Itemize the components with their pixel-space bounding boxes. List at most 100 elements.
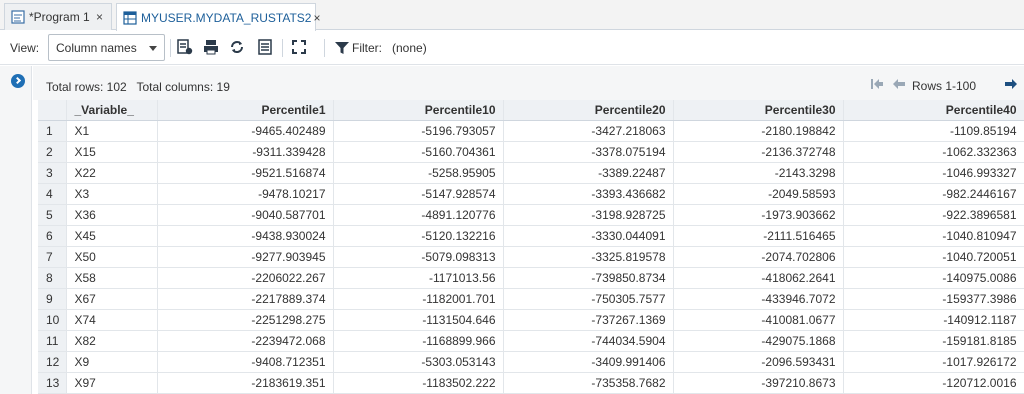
value-cell[interactable]: -3409.991406 [503, 351, 674, 373]
value-cell[interactable]: -9277.903945 [157, 246, 334, 268]
column-properties-icon[interactable] [176, 38, 194, 56]
value-cell[interactable]: -1017.926172 [843, 351, 1024, 373]
value-cell[interactable]: -2251298.275 [157, 309, 334, 331]
value-cell[interactable]: -120712.0016 [843, 372, 1024, 394]
column-header[interactable]: Percentile1 [157, 100, 334, 121]
value-cell[interactable]: -9408.712351 [157, 351, 334, 373]
table-row[interactable]: 12 X9 -9408.712351 -5303.053143 -3409.991406… [38, 351, 1024, 373]
value-cell[interactable]: -433946.7072 [673, 288, 844, 310]
value-cell[interactable]: -744034.5904 [503, 330, 674, 352]
value-cell[interactable]: -1040.720051 [843, 246, 1024, 268]
value-cell[interactable]: -3427.218063 [503, 120, 674, 142]
variable-cell[interactable]: X3 [66, 183, 158, 205]
value-cell[interactable]: -1168899.966 [333, 330, 504, 352]
table-properties-icon[interactable] [256, 38, 274, 56]
column-header[interactable]: Percentile10 [333, 100, 504, 121]
value-cell[interactable]: -9478.10217 [157, 183, 334, 205]
value-cell[interactable]: -2239472.068 [157, 330, 334, 352]
value-cell[interactable]: -140975.0086 [843, 267, 1024, 289]
value-cell[interactable]: -5258.95905 [333, 162, 504, 184]
table-row[interactable]: 3 X22 -9521.516874 -5258.95905 -3389.22487 -2… [38, 162, 1024, 184]
view-select[interactable]: Column names [48, 34, 165, 61]
previous-page-icon[interactable] [892, 78, 906, 90]
table-row[interactable]: 13 X97 -2183619.351 -1183502.222 -735358.768… [38, 372, 1024, 394]
value-cell[interactable]: -5079.098313 [333, 246, 504, 268]
value-cell[interactable]: -2206022.267 [157, 267, 334, 289]
value-cell[interactable]: -4891.120776 [333, 204, 504, 226]
value-cell[interactable]: -1171013.56 [333, 267, 504, 289]
filter-icon[interactable] [334, 40, 352, 58]
variable-cell[interactable]: X1 [66, 120, 158, 142]
variable-cell[interactable]: X22 [66, 162, 158, 184]
value-cell[interactable]: -2074.702806 [673, 246, 844, 268]
variable-cell[interactable]: X58 [66, 267, 158, 289]
value-cell[interactable]: -5120.132216 [333, 225, 504, 247]
value-cell[interactable]: -2049.58593 [673, 183, 844, 205]
value-cell[interactable]: -3325.819578 [503, 246, 674, 268]
column-header[interactable]: Percentile20 [503, 100, 674, 121]
value-cell[interactable]: -1131504.646 [333, 309, 504, 331]
value-cell[interactable]: -1046.993327 [843, 162, 1024, 184]
column-header[interactable]: _Variable_ [66, 100, 158, 121]
value-cell[interactable]: -5147.928574 [333, 183, 504, 205]
value-cell[interactable]: -140912.1187 [843, 309, 1024, 331]
value-cell[interactable]: -750305.7577 [503, 288, 674, 310]
variable-cell[interactable]: X9 [66, 351, 158, 373]
value-cell[interactable]: -429075.1868 [673, 330, 844, 352]
value-cell[interactable]: -159377.3986 [843, 288, 1024, 310]
value-cell[interactable]: -1109.85194 [843, 120, 1024, 142]
value-cell[interactable]: -2183619.351 [157, 372, 334, 394]
value-cell[interactable]: -410081.0677 [673, 309, 844, 331]
table-row[interactable]: 6 X45 -9438.930024 -5120.132216 -3330.044091… [38, 225, 1024, 247]
value-cell[interactable]: -9040.587701 [157, 204, 334, 226]
value-cell[interactable]: -3389.22487 [503, 162, 674, 184]
table-row[interactable]: 4 X3 -9478.10217 -5147.928574 -3393.436682 -2… [38, 183, 1024, 205]
value-cell[interactable]: -5196.793057 [333, 120, 504, 142]
table-row[interactable]: 8 X58 -2206022.267 -1171013.56 -739850.8734-… [38, 267, 1024, 289]
expand-panel-icon[interactable] [11, 74, 25, 88]
first-page-icon[interactable] [870, 78, 884, 90]
variable-cell[interactable]: X15 [66, 141, 158, 163]
table-row[interactable]: 1 X1 -9465.402489 -5196.793057 -3427.218063-… [38, 120, 1024, 142]
table-row[interactable]: 2 X15 -9311.339428 -5160.704361 -3378.075194… [38, 141, 1024, 163]
value-cell[interactable]: -1973.903662 [673, 204, 844, 226]
value-cell[interactable]: -418062.2641 [673, 267, 844, 289]
value-cell[interactable]: -2143.3298 [673, 162, 844, 184]
value-cell[interactable]: -922.3896581 [843, 204, 1024, 226]
value-cell[interactable]: -982.2446167 [843, 183, 1024, 205]
value-cell[interactable]: -5160.704361 [333, 141, 504, 163]
value-cell[interactable]: -159181.8185 [843, 330, 1024, 352]
value-cell[interactable]: -1062.332363 [843, 141, 1024, 163]
column-header[interactable]: Percentile30 [673, 100, 844, 121]
value-cell[interactable]: -2180.198842 [673, 120, 844, 142]
value-cell[interactable]: -2136.372748 [673, 141, 844, 163]
table-row[interactable]: 9 X67 -2217889.374 -1182001.701 -750305.7577… [38, 288, 1024, 310]
value-cell[interactable]: -735358.7682 [503, 372, 674, 394]
value-cell[interactable]: -2111.516465 [673, 225, 844, 247]
table-row[interactable]: 11 X82 -2239472.068 -1168899.966 -744034.590… [38, 330, 1024, 352]
print-icon[interactable] [202, 38, 220, 56]
value-cell[interactable]: -9465.402489 [157, 120, 334, 142]
table-row[interactable]: 10 X74 -2251298.275 -1131504.646 -737267.136… [38, 309, 1024, 331]
tab-program-1[interactable]: *Program 1 × [4, 3, 112, 30]
table-row[interactable]: 7 X50 -9277.903945 -5079.098313 -3325.819578… [38, 246, 1024, 268]
value-cell[interactable]: -3378.075194 [503, 141, 674, 163]
value-cell[interactable]: -737267.1369 [503, 309, 674, 331]
value-cell[interactable]: -9521.516874 [157, 162, 334, 184]
close-icon[interactable]: × [311, 11, 322, 25]
value-cell[interactable]: -2096.593431 [673, 351, 844, 373]
variable-cell[interactable]: X67 [66, 288, 158, 310]
value-cell[interactable]: -1040.810947 [843, 225, 1024, 247]
variable-cell[interactable]: X36 [66, 204, 158, 226]
value-cell[interactable]: -9438.930024 [157, 225, 334, 247]
value-cell[interactable]: -3198.928725 [503, 204, 674, 226]
value-cell[interactable]: -1182001.701 [333, 288, 504, 310]
value-cell[interactable]: -9311.339428 [157, 141, 334, 163]
variable-cell[interactable]: X97 [66, 372, 158, 394]
variable-cell[interactable]: X74 [66, 309, 158, 331]
value-cell[interactable]: -2217889.374 [157, 288, 334, 310]
variable-cell[interactable]: X50 [66, 246, 158, 268]
table-row[interactable]: 5 X36 -9040.587701 -4891.120776 -3198.928725… [38, 204, 1024, 226]
value-cell[interactable]: -3330.044091 [503, 225, 674, 247]
variable-cell[interactable]: X45 [66, 225, 158, 247]
